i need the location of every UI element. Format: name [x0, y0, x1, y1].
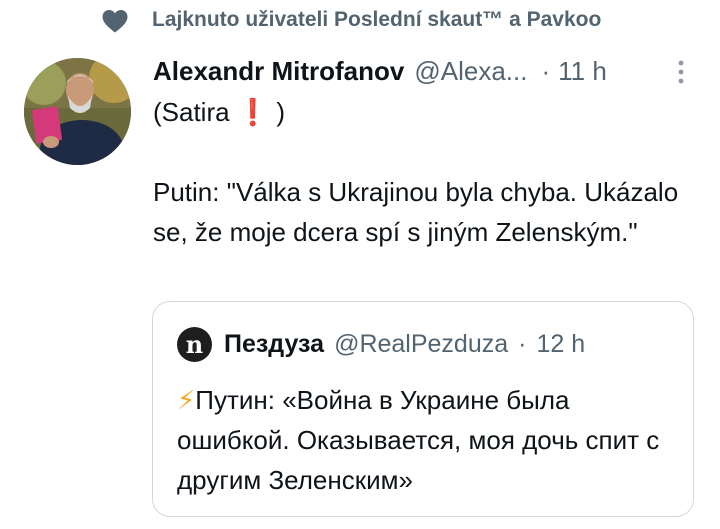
tweet-line-satira: (Satira ❗ ): [153, 92, 693, 132]
lightning-icon: ⚡: [177, 385, 196, 415]
quoted-tweet-text: ⚡Путин: «Война в Украине была ошибкой. О…: [177, 380, 677, 500]
quoted-tweet-header: n Пездуза @RealPezduza · 12 h: [177, 326, 585, 362]
tweet-paragraph: Putin: "Válka s Ukrajinou byla chyba. Uk…: [153, 177, 679, 247]
tweet-header: Alexandr Mitrofanov @Alexa... · 11 h: [153, 54, 607, 88]
separator-dot: ·: [541, 55, 551, 86]
exclamation-icon: ❗: [236, 97, 270, 127]
quoted-tweet-time[interactable]: 12 h: [536, 330, 585, 359]
avatar-image: [24, 58, 131, 165]
avatar[interactable]: [24, 58, 131, 165]
more-options-icon[interactable]: [672, 58, 690, 86]
tweet-time[interactable]: 11 h: [558, 56, 607, 87]
satira-suffix: ): [269, 97, 286, 127]
quoted-author-handle[interactable]: @RealPezduza: [334, 330, 508, 359]
author-name[interactable]: Alexandr Mitrofanov: [153, 56, 404, 87]
quoted-tweet[interactable]: n Пездуза @RealPezduza · 12 h ⚡Путин: «В…: [152, 301, 694, 517]
quoted-avatar[interactable]: n: [177, 326, 212, 362]
quoted-author-name[interactable]: Пездуза: [224, 330, 324, 359]
satira-prefix: (Satira: [153, 97, 237, 127]
social-context-text[interactable]: Lajknuto uživateli Poslední skaut™ a Pav…: [152, 8, 601, 32]
quoted-separator-dot: ·: [518, 329, 527, 358]
quoted-text-body: Путин: «Война в Украине была ошибкой. Ок…: [177, 385, 660, 495]
heart-icon: [102, 10, 128, 33]
tweet-text: (Satira ❗ ) Putin: "Válka s Ukrajinou by…: [153, 92, 693, 252]
social-context: Lajknuto uživateli Poslední skaut™ a Pav…: [100, 4, 601, 38]
author-handle[interactable]: @Alexa...: [414, 56, 527, 87]
